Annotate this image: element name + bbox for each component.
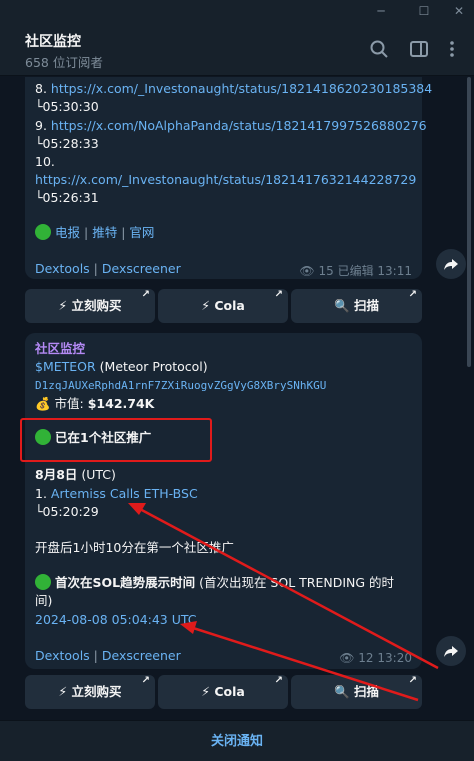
timestamp: └05:28:33 [35, 136, 99, 151]
external-arrow-icon: ↗ [408, 675, 417, 686]
share-icon [444, 646, 458, 657]
buy-now-button[interactable]: ⚡ 立刻购买 ↗ [25, 675, 155, 709]
timestamp: └05:30:30 [35, 99, 99, 114]
minimize-button[interactable]: ─ [372, 2, 390, 20]
external-arrow-icon: ↗ [141, 675, 150, 686]
eye-icon: 👁 [299, 264, 315, 278]
dextools-link[interactable]: Dextools [35, 261, 90, 276]
annotation-highlight-box [20, 418, 212, 462]
twitter-link[interactable]: 推特 [92, 225, 117, 240]
sidebar-icon[interactable] [408, 38, 430, 60]
window-titlebar: ─ ☐ ✕ [0, 0, 474, 22]
maximize-button[interactable]: ☐ [415, 2, 433, 20]
cola-button[interactable]: ⚡ Cola ↗ [158, 289, 288, 323]
list-item: 1. Artemiss Calls ETH-BSC [35, 486, 198, 501]
green-circle-icon [35, 574, 51, 590]
community-link[interactable]: Artemiss Calls ETH-BSC [51, 486, 198, 501]
scan-button[interactable]: 🔍 扫描 ↗ [291, 675, 422, 709]
message-bubble-2: 社区监控 $METEOR (Meteor Protocol) D1zqJAUXe… [25, 333, 422, 669]
message-feed[interactable]: 8. https://x.com/_Investonaught/status/1… [0, 77, 474, 720]
inline-keyboard-2: ⚡ 立刻购买 ↗ ⚡ Cola ↗ 🔍 扫描 ↗ [25, 675, 422, 709]
view-count: 15 [318, 264, 334, 278]
close-window-button[interactable]: ✕ [450, 2, 468, 20]
scrollbar[interactable] [467, 77, 471, 367]
message-time: 13:20 [377, 651, 412, 665]
view-count: 12 [358, 651, 374, 665]
ticker-link[interactable]: $METEOR [35, 359, 96, 374]
share-icon [444, 259, 458, 270]
chart-links: Dextools | Dexscreener [35, 648, 181, 663]
external-arrow-icon: ↗ [274, 289, 283, 300]
social-links: 电报 | 推特 | 官网 [35, 223, 154, 243]
search-icon[interactable] [368, 38, 390, 60]
channel-title: 社区监控 [25, 34, 81, 50]
message-bubble-1: 8. https://x.com/_Investonaught/status/1… [25, 77, 432, 279]
edited-time: 已编辑 13:11 [337, 264, 412, 278]
cola-button[interactable]: ⚡ Cola ↗ [158, 675, 288, 709]
dextools-link[interactable]: Dextools [35, 648, 90, 663]
green-circle-icon [35, 224, 51, 240]
subscriber-count: 658 位订阅者 [25, 55, 103, 70]
inline-keyboard-1: ⚡ 立刻购买 ↗ ⚡ Cola ↗ 🔍 扫描 ↗ [25, 289, 422, 323]
website-link[interactable]: 官网 [129, 225, 154, 240]
sender-name[interactable]: 社区监控 [35, 339, 85, 359]
trending-time[interactable]: 2024-08-08 05:04:43 UTC [35, 610, 197, 630]
contract-address[interactable]: D1zqJAUXeRphdA1rnF7ZXiRuogvZGgVyG8XBrySN… [35, 376, 326, 396]
promotion-note: 开盘后1小时10分在第一个社区推广 [35, 540, 234, 555]
list-item: 9. https://x.com/NoAlphaPanda/status/182… [35, 118, 427, 133]
tweet-link[interactable]: https://x.com/NoAlphaPanda/status/182141… [51, 118, 427, 133]
eye-icon: 👁 [339, 651, 355, 665]
tweet-link[interactable]: https://x.com/_Investonaught/status/1821… [51, 81, 432, 96]
external-arrow-icon: ↗ [274, 675, 283, 686]
list-item-number: 10. [35, 154, 55, 169]
telegram-link[interactable]: 电报 [55, 225, 80, 240]
token-line: $METEOR (Meteor Protocol) [35, 359, 208, 374]
tweet-link[interactable]: https://x.com/_Investonaught/status/1821… [35, 170, 416, 190]
message-meta: 👁 15 已编辑 13:11 [299, 262, 412, 279]
market-cap: 💰 市值: $142.74K [35, 396, 155, 411]
share-button[interactable] [436, 249, 466, 279]
dexscreener-link[interactable]: Dexscreener [102, 648, 181, 663]
buy-now-button[interactable]: ⚡ 立刻购买 ↗ [25, 289, 155, 323]
chat-header[interactable]: 社区监控 658 位订阅者 [0, 22, 474, 76]
date-line: 8月8日 (UTC) [35, 467, 116, 482]
share-button[interactable] [436, 636, 466, 666]
message-meta: 👁 12 13:20 [339, 651, 412, 665]
trending-line: 首次在SOL趋势展示时间 (首次出现在 SOL TRENDING 的时 [35, 573, 394, 593]
external-arrow-icon: ↗ [408, 289, 417, 300]
scan-button[interactable]: 🔍 扫描 ↗ [291, 289, 422, 323]
chart-links: Dextools | Dexscreener [35, 261, 181, 276]
dexscreener-link[interactable]: Dexscreener [102, 261, 181, 276]
list-item: 8. https://x.com/_Investonaught/status/1… [35, 81, 433, 96]
mute-notifications-button[interactable]: 关闭通知 [0, 720, 474, 761]
timestamp: └05:20:29 [35, 504, 99, 519]
external-arrow-icon: ↗ [141, 289, 150, 300]
trending-line-cont: 间) [35, 593, 53, 608]
timestamp: └05:26:31 [35, 190, 99, 205]
more-icon[interactable] [441, 38, 463, 60]
